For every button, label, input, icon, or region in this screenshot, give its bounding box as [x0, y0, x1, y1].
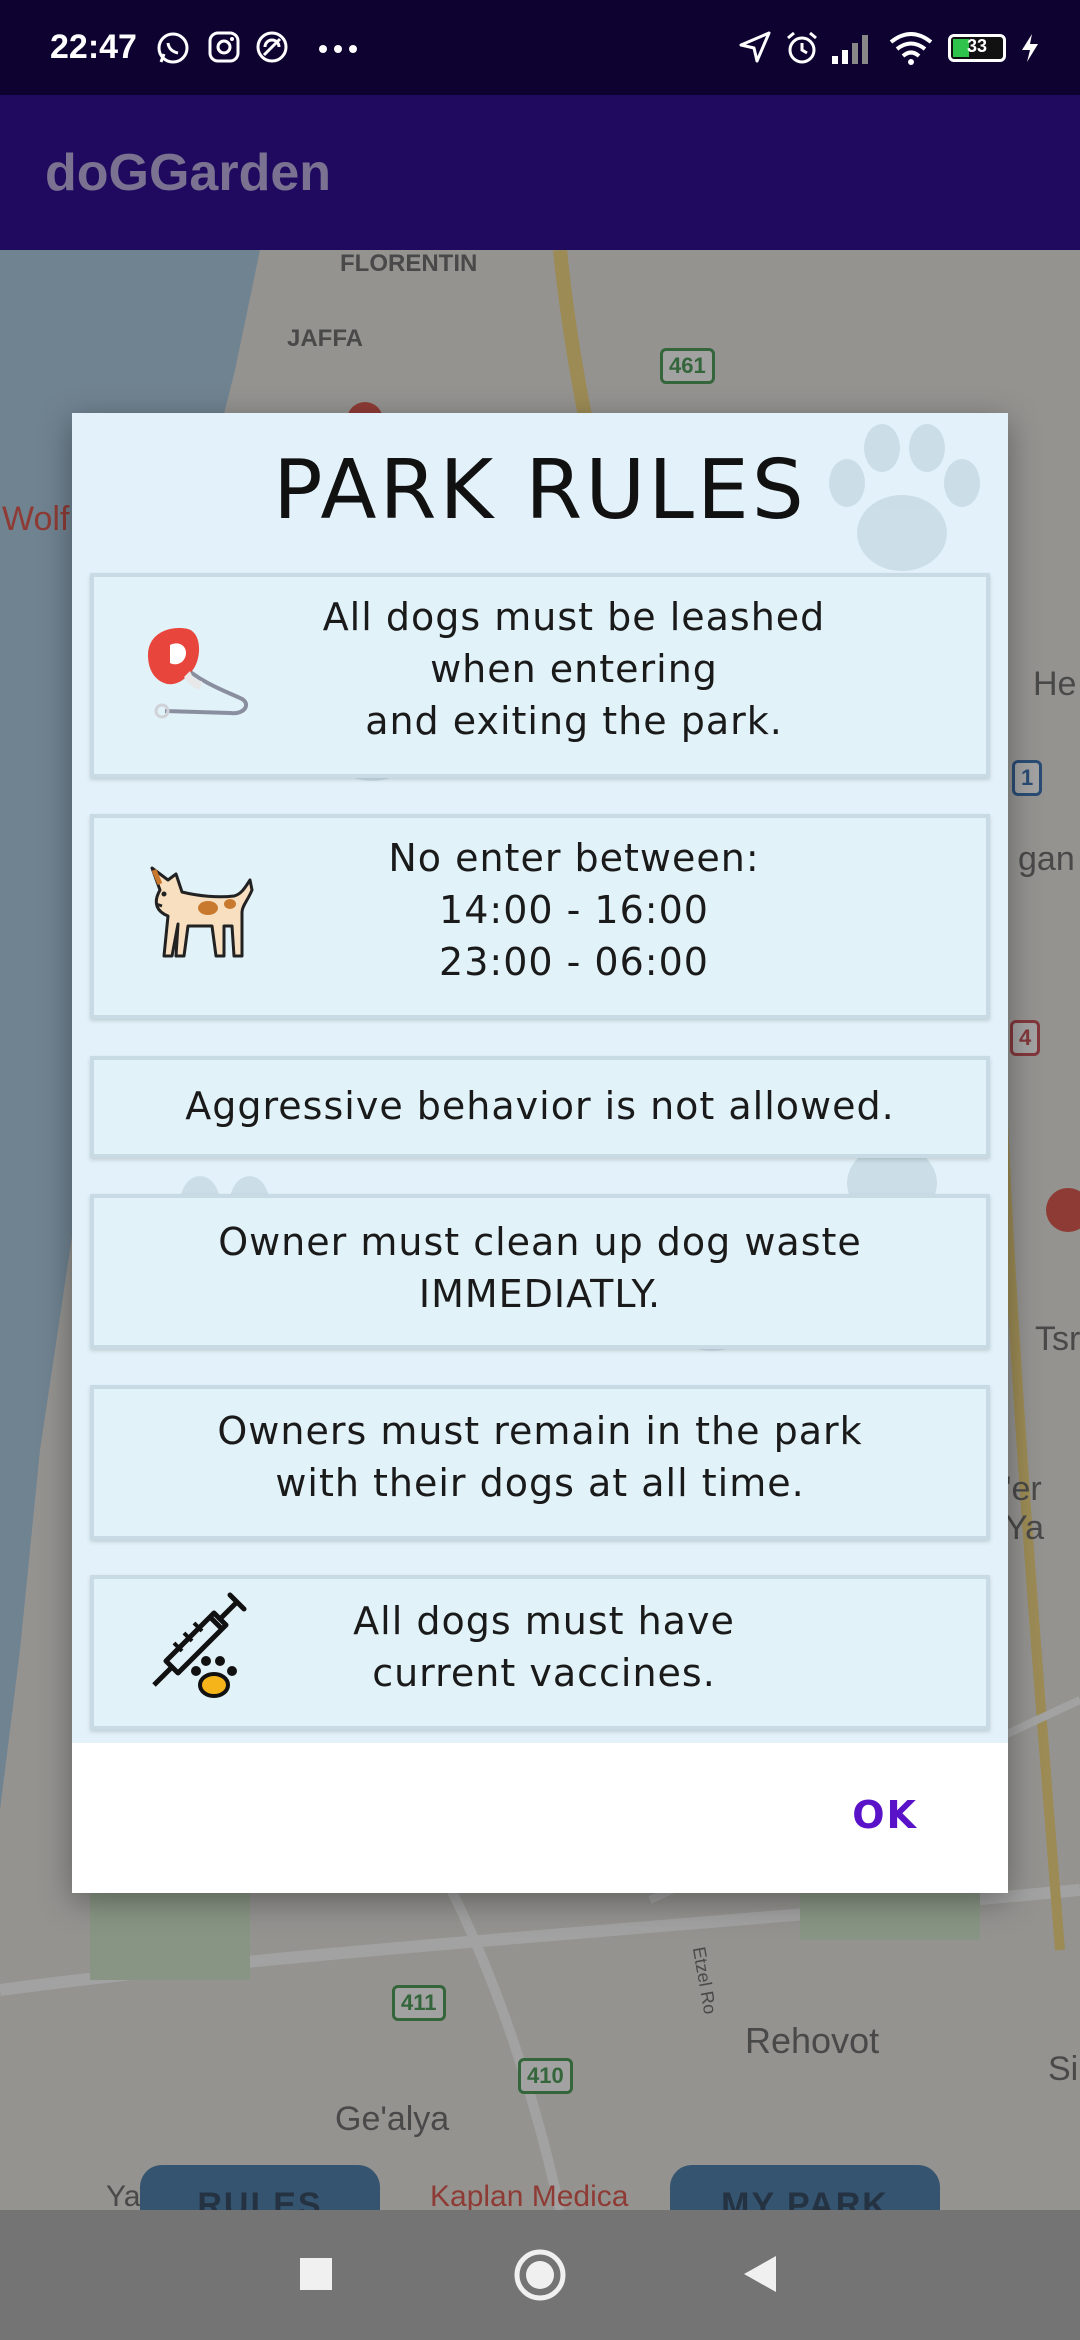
- status-time: 22:47: [50, 28, 137, 66]
- whatsapp-icon: [157, 32, 189, 64]
- signal-icon: [832, 35, 868, 64]
- battery-icon: 33: [948, 34, 1006, 62]
- park-rules-dialog: PARK RULES All dogs must be leashed when…: [72, 413, 1008, 1893]
- wifi-icon: [889, 32, 933, 65]
- rule-card-supervision: Owners must remain in the park with thei…: [90, 1385, 990, 1540]
- dialog-footer: OK: [72, 1743, 1008, 1893]
- syringe-paw-icon: [152, 1592, 247, 1698]
- app-title: doGGarden: [45, 144, 332, 202]
- battery-level: 33: [966, 36, 988, 56]
- rule-text: Aggressive behavior is not allowed.: [185, 1084, 895, 1128]
- rule-card-behavior: Aggressive behavior is not allowed.: [90, 1056, 990, 1158]
- rule-card-vaccines: All dogs must have current vaccines.: [90, 1575, 990, 1730]
- rule-text: Owner must clean up dog waste IMMEDIATLY…: [218, 1220, 862, 1316]
- dog-icon: [150, 866, 254, 958]
- ok-button[interactable]: OK: [852, 1793, 918, 1837]
- more-notifications-icon: [319, 45, 357, 53]
- location-icon: [739, 31, 771, 63]
- rule-card-hours: No enter between: 14:00 - 16:00 23:00 - …: [90, 814, 990, 1019]
- rule-text: All dogs must have current vaccines.: [353, 1599, 735, 1695]
- leash-icon: [148, 628, 249, 719]
- dialog-title: PARK RULES: [273, 443, 807, 538]
- rule-card-waste: Owner must clean up dog waste IMMEDIATLY…: [90, 1194, 990, 1349]
- rule-text: Owners must remain in the park with thei…: [217, 1409, 863, 1505]
- rule-card-leash: All dogs must be leashed when entering a…: [90, 573, 990, 778]
- alarm-icon: [787, 31, 817, 64]
- instagram-icon: [208, 31, 240, 63]
- charging-icon: [1022, 34, 1038, 62]
- back-button[interactable]: [742, 2254, 778, 2294]
- recents-button[interactable]: [298, 2256, 334, 2292]
- app-bar: doGGarden: [0, 95, 1080, 250]
- home-button[interactable]: [513, 2248, 567, 2302]
- status-bar: 22:47 33: [0, 0, 1080, 95]
- rule-text: No enter between: 14:00 - 16:00 23:00 - …: [388, 836, 760, 984]
- sync-icon: [256, 31, 288, 63]
- rule-text: All dogs must be leashed when entering a…: [322, 595, 826, 743]
- system-nav-bar: [0, 2210, 1080, 2340]
